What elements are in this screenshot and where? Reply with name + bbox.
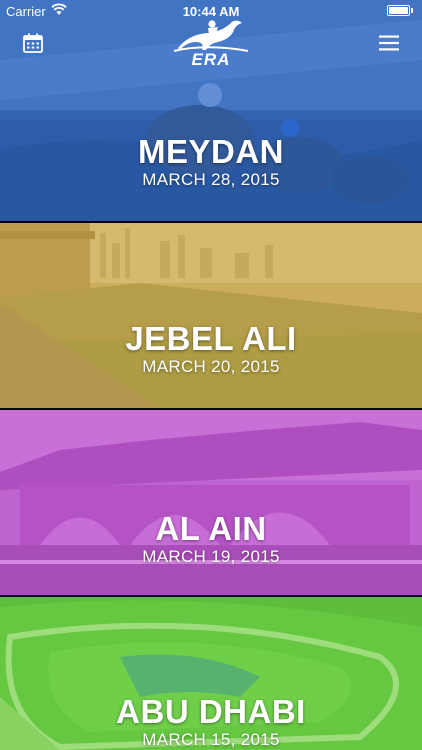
jockey-horse-icon (173, 20, 249, 52)
logo-text: ERA (191, 50, 231, 69)
status-time: 10:44 AM (182, 4, 240, 19)
event-name: AL AIN (155, 510, 267, 547)
event-name: JEBEL ALI (125, 320, 297, 357)
calendar-icon[interactable] (22, 32, 44, 54)
al-ain-label: AL AIN MARCH 19, 2015 (0, 511, 422, 567)
al-ain-color-overlay (0, 410, 422, 595)
event-date: MARCH 20, 2015 (142, 357, 280, 376)
event-name: MEYDAN (137, 133, 284, 170)
event-card-al-ain[interactable]: AL AIN MARCH 19, 2015 (0, 410, 422, 595)
hamburger-menu-icon[interactable] (378, 34, 400, 52)
event-card-jebel-ali[interactable]: JEBEL ALI MARCH 20, 2015 (0, 223, 422, 408)
era-logo: ERA (172, 18, 250, 70)
event-date: MARCH 19, 2015 (142, 547, 280, 566)
event-card-abu-dhabi[interactable]: ABU DHABI MARCH 15, 2015 (0, 597, 422, 750)
jebel-ali-label: JEBEL ALI MARCH 20, 2015 (0, 321, 422, 377)
event-date: MARCH 15, 2015 (142, 730, 280, 749)
jebel-ali-color-overlay (0, 223, 422, 408)
battery-icon (387, 5, 413, 16)
event-name: ABU DHABI (116, 693, 306, 730)
event-date: MARCH 28, 2015 (142, 170, 280, 189)
abu-dhabi-label: ABU DHABI MARCH 15, 2015 (0, 694, 422, 750)
race-meetings-screen: Carrier 10:44 AM ERA MEYDAN MARCH 28, 20… (0, 0, 422, 750)
meydan-label: MEYDAN MARCH 28, 2015 (0, 134, 422, 190)
